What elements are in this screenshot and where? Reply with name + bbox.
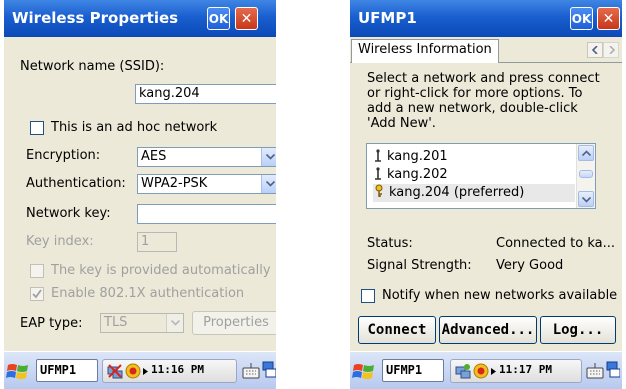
connect-button[interactable]: Connect — [358, 316, 436, 344]
windows-switch-icon[interactable] — [606, 361, 620, 379]
close-button[interactable]: ✕ — [235, 7, 258, 30]
auto-key-label: The key is provided automatically — [51, 263, 271, 278]
title-bar: Wireless Properties OK ✕ — [4, 0, 276, 37]
authentication-label: Authentication: — [26, 176, 126, 191]
network-key-label: Network key: — [26, 206, 111, 221]
title-bar: UFMP1 OK ✕ — [350, 0, 622, 37]
wireless-properties-screen: Wireless Properties OK ✕ Network name (S… — [4, 0, 276, 389]
system-tray: 11:17 PM — [450, 359, 582, 383]
signal-strength-value: Very Good — [496, 258, 564, 273]
wireless-status-icon[interactable] — [473, 363, 489, 379]
ssid-label: Network name (SSID): — [20, 59, 165, 74]
chevron-right-icon — [609, 46, 616, 54]
chevron-up-icon — [582, 150, 591, 156]
instructions-line: or right-click for more options. To — [367, 86, 583, 101]
ok-button[interactable]: OK — [207, 7, 230, 30]
windows-start-icon[interactable] — [352, 360, 376, 382]
wireless-information-screen: UFMP1 OK ✕ Wireless Information Select a… — [350, 0, 622, 389]
chevron-down-icon — [166, 314, 183, 332]
tray-arrow-icon — [143, 368, 148, 375]
tab-wireless-information[interactable]: Wireless Information — [351, 39, 499, 63]
keyboard-icon[interactable] — [586, 361, 604, 379]
taskbar: UFMP1 11:17 PM — [350, 351, 622, 389]
adhoc-label: This is an ad hoc network — [51, 120, 218, 135]
key-index-input[interactable]: 1 — [137, 232, 177, 252]
system-tray: 11:16 PM — [102, 359, 237, 383]
antenna-icon — [375, 149, 381, 162]
ssid-input[interactable]: kang.204 — [135, 84, 276, 104]
taskbar-clock: 11:17 PM — [499, 363, 552, 376]
network-list-item[interactable]: kang.202 — [373, 166, 448, 184]
notify-checkbox[interactable] — [361, 289, 375, 303]
windows-start-icon[interactable] — [6, 360, 30, 382]
dot1x-checkbox[interactable] — [30, 287, 44, 301]
network-list-item-selected[interactable]: kang.204 (preferred) — [373, 184, 575, 202]
encryption-label: Encryption: — [26, 148, 101, 163]
log-button[interactable]: Log... — [540, 316, 616, 344]
advanced-button[interactable]: Advanced... — [439, 316, 537, 344]
tray-arrow-icon — [491, 368, 496, 375]
ok-button[interactable]: OK — [570, 7, 593, 30]
close-button[interactable]: ✕ — [597, 7, 620, 30]
encryption-select[interactable]: AES — [137, 147, 276, 167]
network-disconnected-icon[interactable] — [107, 363, 123, 379]
taskbar: UFMP1 11:16 PM — [4, 351, 276, 389]
key-index-label: Key index: — [26, 234, 94, 249]
authentication-select[interactable]: WPA2-PSK — [137, 174, 276, 194]
antenna-icon — [375, 167, 381, 180]
network-list-scrollbar[interactable] — [576, 144, 595, 208]
instructions-line: Select a network and press connect — [367, 71, 600, 86]
scroll-up-button[interactable] — [578, 145, 594, 161]
chevron-down-icon — [582, 197, 591, 203]
auto-key-checkbox[interactable] — [30, 264, 44, 278]
network-list-item[interactable]: kang.201 — [373, 148, 448, 166]
windows-switch-icon[interactable] — [262, 361, 276, 379]
window-title: Wireless Properties — [12, 9, 179, 27]
properties-button[interactable]: Properties — [192, 311, 276, 335]
instructions-text: Select a network and press connect or ri… — [367, 71, 600, 131]
instructions-line: add a new network, double-click — [367, 101, 578, 116]
checkmark-icon — [32, 289, 42, 299]
tab-scroll-left-button[interactable] — [587, 42, 603, 58]
scroll-thumb[interactable] — [579, 170, 593, 178]
notify-label: Notify when new networks available — [382, 288, 618, 303]
chevron-left-icon — [591, 46, 598, 54]
key-icon — [375, 184, 383, 197]
encryption-value: AES — [141, 149, 167, 164]
keyboard-icon[interactable] — [242, 361, 260, 379]
tab-scroll-right-button[interactable] — [603, 42, 619, 58]
taskbar-clock: 11:16 PM — [151, 363, 204, 376]
network-key-input[interactable] — [137, 204, 276, 224]
authentication-value: WPA2-PSK — [141, 176, 208, 191]
network-connected-icon[interactable] — [455, 363, 471, 379]
scroll-down-button[interactable] — [578, 191, 594, 207]
eap-type-select[interactable]: TLS — [100, 313, 184, 333]
taskbar-task-ufmp1[interactable]: UFMP1 — [382, 359, 444, 382]
window-title: UFMP1 — [358, 9, 417, 27]
eap-type-value: TLS — [104, 315, 128, 330]
adhoc-checkbox[interactable] — [30, 121, 44, 135]
signal-strength-label: Signal Strength: — [367, 258, 472, 273]
taskbar-task-ufmp1[interactable]: UFMP1 — [36, 359, 98, 382]
dot1x-label: Enable 802.1X authentication — [51, 286, 245, 301]
status-label: Status: — [367, 236, 413, 251]
chevron-down-icon — [261, 148, 276, 166]
network-list[interactable]: kang.201 kang.202 kang.204 (preferred) — [366, 143, 596, 209]
instructions-line: 'Add New'. — [367, 116, 436, 131]
wireless-status-icon[interactable] — [125, 363, 141, 379]
status-value: Connected to ka... — [496, 236, 615, 251]
eap-type-label: EAP type: — [20, 316, 83, 331]
chevron-down-icon — [261, 175, 276, 193]
